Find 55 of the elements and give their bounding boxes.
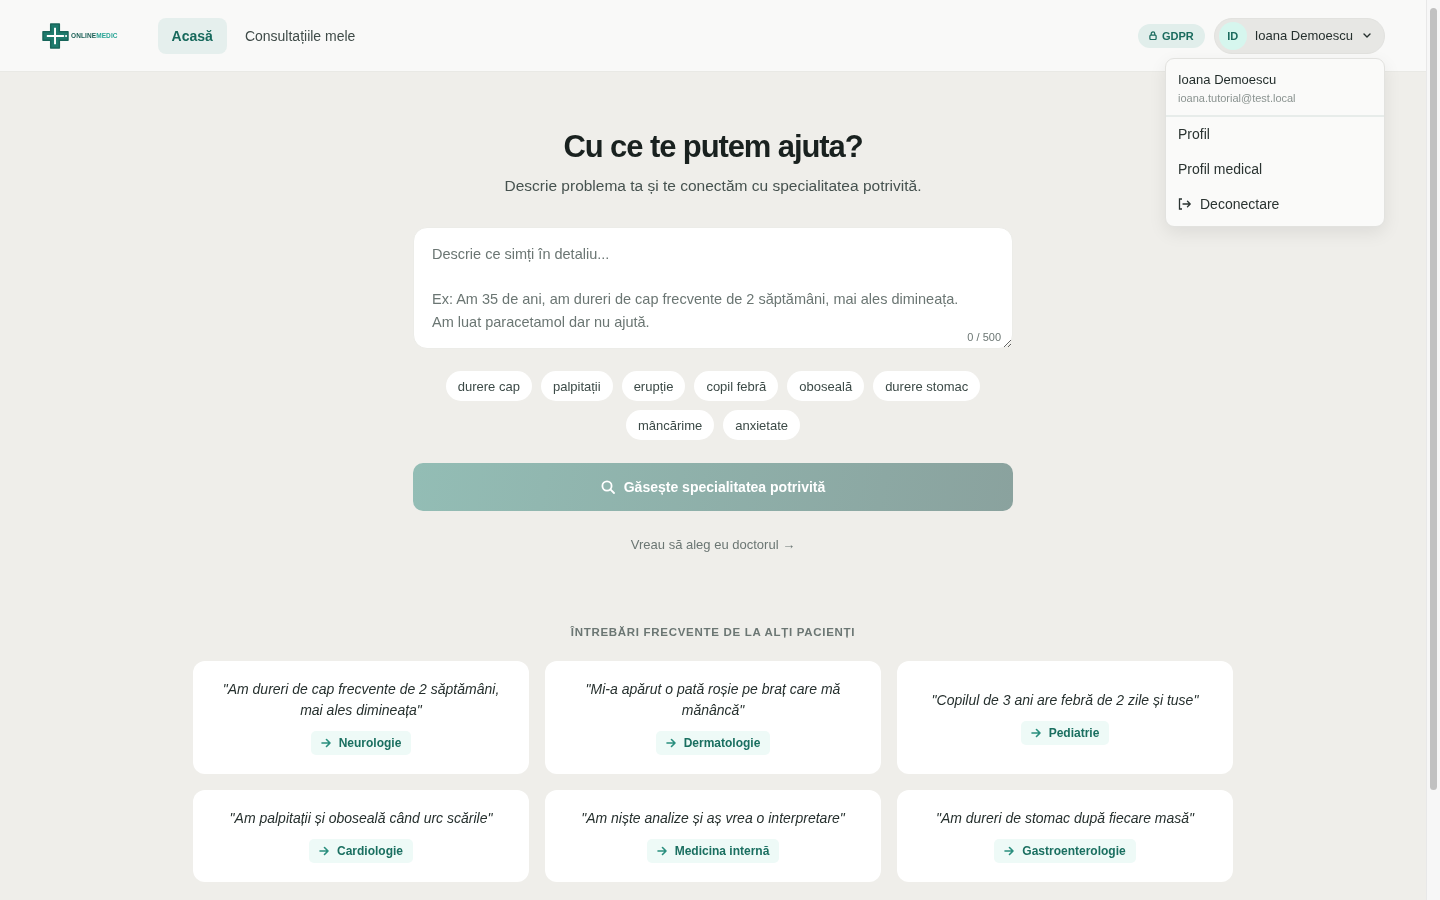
question-card[interactable]: "Mi-a apărut o pată roșie pe braț care mă mănâncă" Dermatologie xyxy=(545,661,881,774)
arrow-right-icon xyxy=(665,738,676,748)
arrow-right-icon xyxy=(1004,846,1015,856)
symptom-chip[interactable]: erupție xyxy=(621,371,686,401)
menu-item[interactable]: Profil xyxy=(1166,116,1384,152)
symptom-chip[interactable]: copil febră xyxy=(694,371,779,401)
scrollbar-thumb[interactable] xyxy=(1430,8,1437,790)
gdpr-label: GDPR xyxy=(1161,29,1194,42)
arrow-right-icon xyxy=(320,738,331,748)
avatar: ID xyxy=(1218,21,1247,50)
arrow-right-icon xyxy=(656,846,667,856)
question-quote: "Mi-a apărut o pată roșie pe braț care mă mănâncă" xyxy=(584,680,842,720)
specialty-tag[interactable]: Gastroenterologie xyxy=(994,839,1136,863)
question-quote: "Am palpitații și oboseală când urc scările" xyxy=(229,809,493,828)
character-counter: 0 / 500 xyxy=(967,331,1001,343)
question-card[interactable]: "Am niște analize și aș vrea o interpretare" Medicina internă xyxy=(545,790,881,882)
lock-icon xyxy=(1148,31,1157,40)
arrow-right-icon xyxy=(319,846,329,856)
scrollbar[interactable] xyxy=(1426,0,1440,900)
user-menu-button[interactable]: ID Ioana Demoescu xyxy=(1213,17,1385,54)
chevron-down-icon xyxy=(1363,33,1371,38)
symptom-chip[interactable]: oboseală xyxy=(787,371,865,401)
menu-item[interactable]: Profil medical xyxy=(1166,151,1384,187)
specialty-tag[interactable]: Neurologie xyxy=(310,731,412,755)
symptom-chip[interactable]: anxietate xyxy=(723,410,801,440)
symptom-chip[interactable]: palpitații xyxy=(540,371,613,401)
page-title: Cu ce te putem ajuta? xyxy=(563,128,863,166)
logo-cross-icon[interactable] xyxy=(42,22,69,49)
symptom-chip[interactable]: durere stomac xyxy=(873,371,981,401)
gdpr-badge[interactable]: GDPR xyxy=(1137,23,1205,48)
specialty-tag[interactable]: Cardiologie xyxy=(309,839,413,863)
nav-tab[interactable]: Acasă xyxy=(157,17,227,54)
nav-tab[interactable]: Consultațiile mele xyxy=(230,17,370,54)
menu-user-name: Ioana Demoescu xyxy=(1178,71,1278,88)
specialty-tag[interactable]: Medicina internă xyxy=(646,839,780,863)
choose-doctor-link[interactable]: Vreau să aleg eu doctorul → xyxy=(630,536,796,554)
question-card[interactable]: "Am dureri de cap frecvente de 2 săptămâni, mai ales dimineața" Neurologie xyxy=(193,661,529,774)
menu-user-email: ioana.tutorial@test.local xyxy=(1178,90,1297,105)
symptom-chip[interactable]: mâncărime xyxy=(625,410,715,440)
question-quote: "Am dureri de stomac după fiecare masă" xyxy=(935,809,1195,828)
specialty-tag[interactable]: Pediatrie xyxy=(1020,720,1110,745)
question-quote: "Am dureri de cap frecvente de 2 săptămâni, mai ales dimineața" xyxy=(221,680,501,720)
specialty-tag[interactable]: Dermatologie xyxy=(655,731,771,755)
search-icon xyxy=(600,480,615,494)
section-heading: ÎNTREBĂRI FRECVENTE DE LA ALȚI PACIENȚI xyxy=(570,625,856,640)
arrow-right-icon xyxy=(1030,727,1041,738)
logout-icon xyxy=(1178,198,1191,210)
symptom-chip[interactable]: durere cap xyxy=(445,371,532,401)
question-quote: "Copilul de 3 ani are febră de 2 zile și tuse" xyxy=(931,690,1199,710)
question-card[interactable]: "Am dureri de stomac după fiecare masă" Gastroenterologie xyxy=(897,790,1233,882)
page-subtitle: Descrie problema ta și te conectăm cu specialitatea potrivită. xyxy=(504,176,922,196)
question-card[interactable]: "Am palpitații și oboseală când urc scările" Cardiologie xyxy=(193,790,529,882)
question-quote: "Am niște analize și aș vrea o interpretare" xyxy=(581,809,845,828)
question-card[interactable]: "Copilul de 3 ani are febră de 2 zile și tuse" Pediatrie xyxy=(897,661,1233,774)
menu-item[interactable]: Deconectare xyxy=(1166,186,1384,222)
